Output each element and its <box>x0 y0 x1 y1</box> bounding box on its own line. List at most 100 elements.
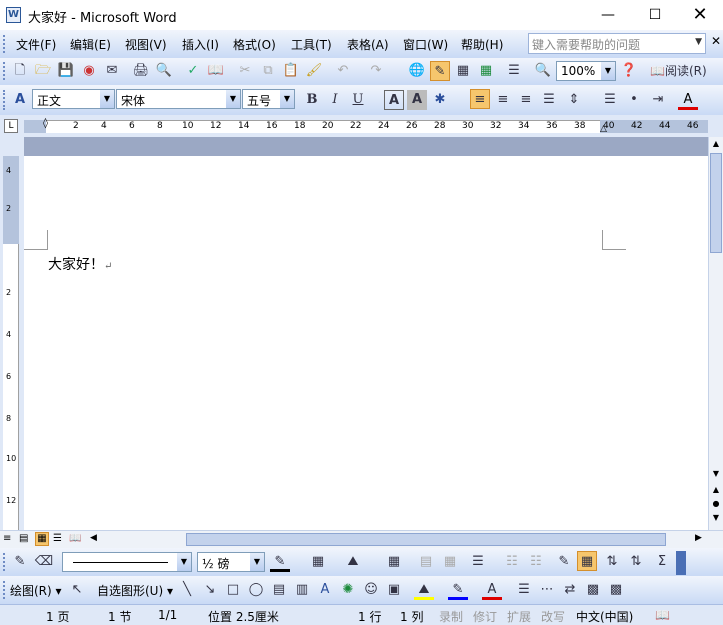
menu-tools[interactable]: 工具(T) <box>291 36 332 53</box>
scroll-thumb[interactable] <box>710 153 722 253</box>
distribute-rows-icon[interactable]: ☷ <box>502 552 522 572</box>
tab-selector-icon[interactable]: L <box>4 119 18 133</box>
bold-icon[interactable]: B <box>302 90 322 110</box>
menu-file[interactable]: 文件(F) <box>16 36 56 53</box>
line-spacing-icon[interactable]: ⇕ <box>564 90 584 110</box>
font-color-icon[interactable]: A <box>678 90 698 110</box>
horizontal-scrollbar[interactable]: ≡ ▤ ▦ ☰ 📖 ◀ ▶ <box>0 530 723 548</box>
prev-page-icon[interactable]: ▲ <box>709 483 723 497</box>
vertical-ruler[interactable]: 4 2 2 4 6 8 10 12 <box>3 156 19 530</box>
3d-style-icon[interactable]: ▩ <box>606 580 626 600</box>
toolbar-options-icon[interactable] <box>676 551 686 575</box>
web-view-icon[interactable]: ▤ <box>19 533 28 544</box>
redo-icon[interactable]: ↷ <box>366 61 386 81</box>
menu-table[interactable]: 表格(A) <box>347 36 389 53</box>
word-app-icon[interactable]: W <box>6 7 21 23</box>
vertical-scrollbar[interactable]: ▲ ▼ ▲ ● ▼ <box>708 137 723 530</box>
arrow-icon[interactable]: ↘ <box>200 580 220 600</box>
chevron-down-icon[interactable]: ▼ <box>250 553 264 571</box>
numbering-icon[interactable]: ☰ <box>600 90 620 110</box>
autosum-icon[interactable]: Σ <box>652 552 672 572</box>
chevron-down-icon[interactable]: ▼ <box>100 90 114 108</box>
toolbar-grip[interactable] <box>3 35 6 53</box>
vertical-textbox-icon[interactable]: ▥ <box>292 580 312 600</box>
columns-icon[interactable]: ☰ <box>504 61 524 81</box>
shading-color-icon[interactable]: ⛰ <box>343 552 363 572</box>
menu-edit[interactable]: 编辑(E) <box>70 36 111 53</box>
cut-icon[interactable]: ✂ <box>235 61 255 81</box>
toolbar-grip[interactable] <box>3 553 6 571</box>
menu-view[interactable]: 视图(V) <box>125 36 167 53</box>
chevron-down-icon[interactable]: ▼ <box>601 62 615 80</box>
format-painter-icon[interactable]: 🖌 <box>304 61 324 81</box>
autoshapes-menu-button[interactable]: 自选图形(U) ▾ <box>97 582 173 599</box>
italic-icon[interactable]: I <box>325 90 345 110</box>
tables-borders-icon[interactable]: ✎ <box>430 61 450 81</box>
scroll-left-icon[interactable]: ◀ <box>90 533 97 543</box>
merge-cells-icon[interactable]: ▤ <box>416 552 436 572</box>
line-color-icon[interactable]: ✎ <box>448 580 468 600</box>
new-icon[interactable]: 🗋 <box>10 61 30 81</box>
doc-map-icon[interactable]: 🔍 <box>533 61 553 81</box>
minimize-icon[interactable]: — <box>585 0 631 30</box>
drawing-font-color-icon[interactable]: A <box>482 580 502 600</box>
char-scale-icon[interactable]: ✱ <box>430 90 450 110</box>
diagram-icon[interactable]: ✺ <box>338 580 358 600</box>
char-shading-icon[interactable]: A <box>407 90 427 110</box>
document-text[interactable]: 大家好！↵ <box>48 254 112 274</box>
preview-icon[interactable]: 🔍 <box>154 61 174 81</box>
align-left-icon[interactable]: ≡ <box>470 89 490 109</box>
next-page-icon[interactable]: ▼ <box>709 511 723 525</box>
help-icon[interactable]: ❓ <box>619 61 639 81</box>
indent-icon[interactable]: ⇥ <box>648 90 668 110</box>
bullets-icon[interactable]: • <box>624 90 644 110</box>
draw-menu-button[interactable]: 绘图(R) ▾ <box>10 582 62 599</box>
menu-insert[interactable]: 插入(I) <box>182 36 219 53</box>
line-icon[interactable]: ╲ <box>177 580 197 600</box>
maximize-icon[interactable]: ☐ <box>632 0 678 30</box>
paste-icon[interactable]: 📋 <box>281 61 301 81</box>
table-autoformat-icon[interactable]: ✎ <box>554 552 574 572</box>
status-ovr[interactable]: 改写 <box>541 608 565 625</box>
styles-pane-icon[interactable]: A <box>10 90 30 110</box>
chevron-down-icon[interactable]: ▼ <box>226 90 240 108</box>
scroll-right-icon[interactable]: ▶ <box>695 533 702 543</box>
close-icon[interactable]: ✕ <box>677 0 723 30</box>
sort-desc-icon[interactable]: ⇅ <box>626 552 646 572</box>
close-doc-icon[interactable]: ✕ <box>711 34 721 48</box>
hyperlink-icon[interactable]: 🌐 <box>407 61 427 81</box>
horizontal-ruler[interactable]: L ◊ △ 2 4 6 8 10 12 14 16 18 20 22 24 26… <box>0 115 723 137</box>
status-rec[interactable]: 录制 <box>439 608 463 625</box>
browse-object-icon[interactable]: ● <box>709 497 723 511</box>
table-icon[interactable]: ▦ <box>453 61 473 81</box>
underline-icon[interactable]: U <box>348 90 368 110</box>
menu-help[interactable]: 帮助(H) <box>461 36 503 53</box>
scroll-up-icon[interactable]: ▲ <box>709 137 723 151</box>
border-color-icon[interactable]: ✎ <box>270 552 290 572</box>
arrow-style-icon[interactable]: ⇄ <box>560 580 580 600</box>
picture-icon[interactable]: ▣ <box>384 580 404 600</box>
spell-icon[interactable]: ✓ <box>183 61 203 81</box>
dash-style-icon[interactable]: ⋯ <box>537 580 557 600</box>
align-center-icon[interactable]: ≡ <box>493 90 513 110</box>
toolbar-grip[interactable] <box>3 90 6 110</box>
research-icon[interactable]: 📖 <box>206 61 226 81</box>
reading-view-icon[interactable]: 📖 <box>69 533 81 544</box>
toolbar-grip[interactable] <box>3 62 6 80</box>
style-select[interactable]: 正文 ▼ <box>32 89 115 109</box>
zoom-select[interactable]: 100% ▼ <box>556 61 616 81</box>
email-icon[interactable]: ✉ <box>102 61 122 81</box>
menu-window[interactable]: 窗口(W) <box>403 36 448 53</box>
document-canvas[interactable]: 大家好！↵ <box>24 156 708 530</box>
undo-icon[interactable]: ↶ <box>333 61 353 81</box>
line-weight-select[interactable]: ½ 磅 ▼ <box>197 552 265 572</box>
oval-icon[interactable]: ◯ <box>246 580 266 600</box>
line-style-select[interactable]: ▼ <box>62 552 192 572</box>
scroll-down-icon[interactable]: ▼ <box>709 467 723 481</box>
align-cell-icon[interactable]: ☰ <box>468 552 488 572</box>
normal-view-icon[interactable]: ≡ <box>3 533 11 544</box>
font-size-select[interactable]: 五号 ▼ <box>242 89 295 109</box>
insert-table-icon[interactable]: ▦ <box>384 552 404 572</box>
save-icon[interactable]: 💾 <box>56 61 76 81</box>
print-layout-view-icon[interactable]: ▦ <box>35 532 49 546</box>
